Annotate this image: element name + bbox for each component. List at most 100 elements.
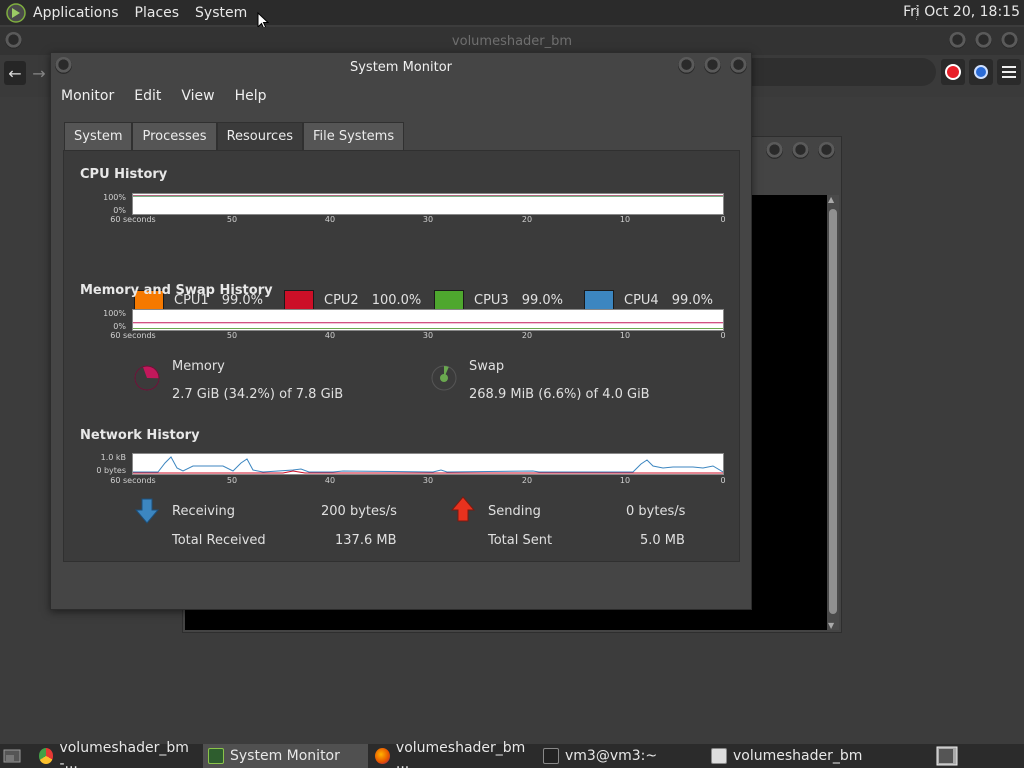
cpu4-label: CPU4 [624,292,659,308]
forward-arrow-icon[interactable]: → [28,61,50,85]
distro-logo-icon[interactable] [5,2,27,24]
cpu-y-label-max: 100% [103,193,126,202]
url-bar[interactable] [752,58,936,86]
net-x-tick: 20 [521,476,533,485]
mem-x-tick: 40 [324,331,336,340]
receiving-arrow-icon[interactable] [134,497,160,525]
close-button[interactable] [1001,32,1018,49]
cpu3-value: 99.0% [521,292,564,308]
menu-view[interactable]: View [181,88,214,104]
cpu2-value: 100.0% [371,292,422,308]
menu-help[interactable]: Help [235,88,267,104]
cpu2-label: CPU2 [324,292,359,308]
mem-x-tick: 30 [422,331,434,340]
menu-system[interactable]: System [195,5,247,21]
taskbar-item-label: System Monitor [230,748,340,764]
network-history-title: Network History [80,428,200,443]
taskbar-item-label: volumeshader_bm -... [59,740,189,768]
minimize-button[interactable] [949,32,966,49]
window-menu-button[interactable] [5,32,22,49]
sending-arrow-icon[interactable] [450,495,476,523]
search-button[interactable] [969,59,993,85]
net-y-label-min: 0 bytes [96,466,126,475]
mem-x-tick: 50 [226,331,238,340]
cpu-x-tick: 20 [521,215,533,224]
mem-y-label-max: 100% [103,309,126,318]
taskbar-item[interactable]: volumeshader_bm -... [34,740,202,768]
taskbar-item[interactable]: volumeshader_bm ... [370,740,538,768]
maximize-button[interactable] [975,32,992,49]
back-arrow-icon[interactable]: ← [4,61,26,85]
net-x-tick: 50 [226,476,238,485]
maximize-button[interactable] [704,57,721,74]
taskbar-item-label: volumeshader_bm [733,748,863,764]
cpu3-color-swatch[interactable] [434,290,464,310]
close-button[interactable] [730,57,747,74]
background-window-title: volumeshader_bm [451,33,573,49]
tab-bar: System Processes Resources File Systems [64,122,405,150]
system-monitor-icon [208,748,224,764]
clock[interactable]: Fri Oct 20, 18:15 [903,4,1020,20]
firefox-icon [375,748,390,764]
vertical-scrollbar[interactable]: ▲ ▼ [827,195,839,630]
cpu4-value: 99.0% [671,292,714,308]
taskbar-item[interactable]: volumeshader_bm [706,744,874,768]
record-icon [947,66,959,78]
taskbar-item[interactable]: System Monitor [203,744,368,768]
cpu2-legend[interactable]: CPU2 100.0% [284,290,421,310]
cpu-x-tick: 50 [226,215,238,224]
minimize-button[interactable] [678,57,695,74]
tab-file-systems[interactable]: File Systems [302,122,405,150]
menu-applications[interactable]: Applications [33,5,119,21]
net-x-tick: 60 seconds [110,476,156,485]
cpu-history-graph [132,193,724,215]
minimize-button[interactable] [766,142,783,159]
sending-label: Sending [488,504,541,519]
net-x-tick: 40 [324,476,336,485]
memory-history-graph [132,309,724,331]
menu-edit[interactable]: Edit [134,88,161,104]
receiving-value: 200 bytes/s [321,504,397,519]
cpu3-legend[interactable]: CPU3 99.0% [434,290,563,310]
menu-monitor[interactable]: Monitor [61,88,114,104]
mem-x-tick: 10 [619,331,631,340]
mem-x-tick: 60 seconds [110,331,156,340]
taskbar-item[interactable]: vm3@vm3:~ [538,744,706,768]
scroll-up-icon[interactable]: ▲ [828,195,834,204]
hamburger-icon [1002,66,1016,78]
tab-system[interactable]: System [64,122,133,150]
cpu-x-tick: 40 [324,215,336,224]
terminal-icon [543,748,559,764]
cpu4-legend[interactable]: CPU4 99.0% [584,290,713,310]
workspace-switcher-icon[interactable] [936,746,958,766]
cpu2-color-swatch[interactable] [284,290,314,310]
menubar: Monitor Edit View Help [51,81,751,111]
menu-places[interactable]: Places [135,5,180,21]
window-menu-button[interactable] [55,57,72,74]
network-history-graph [132,453,724,475]
mem-x-tick: 20 [521,331,533,340]
close-button[interactable] [818,142,835,159]
show-desktop-icon[interactable] [3,747,21,765]
total-sent-value: 5.0 MB [640,533,685,548]
net-x-tick: 10 [619,476,631,485]
memory-pie-icon[interactable] [134,365,160,391]
background-window-titlebar[interactable]: volumeshader_bm [0,27,1024,55]
window-icon [711,748,727,764]
mem-y-label-min: 0% [113,322,126,331]
tab-processes[interactable]: Processes [132,122,217,150]
record-button[interactable] [941,59,965,85]
net-y-label-max: 1.0 kB [100,453,126,462]
taskbar-item-label: volumeshader_bm ... [395,740,526,768]
scrollbar-thumb[interactable] [829,209,837,614]
cpu-history-title: CPU History [80,167,168,182]
tab-resources[interactable]: Resources [216,122,303,150]
mem-x-tick: 0 [720,331,726,340]
receiving-label: Receiving [172,504,236,519]
menu-button[interactable] [997,59,1021,85]
cpu4-color-swatch[interactable] [584,290,614,310]
swap-pie-icon[interactable] [431,365,457,391]
scroll-down-icon[interactable]: ▼ [828,621,834,630]
system-monitor-titlebar[interactable]: System Monitor [51,53,751,81]
maximize-button[interactable] [792,142,809,159]
